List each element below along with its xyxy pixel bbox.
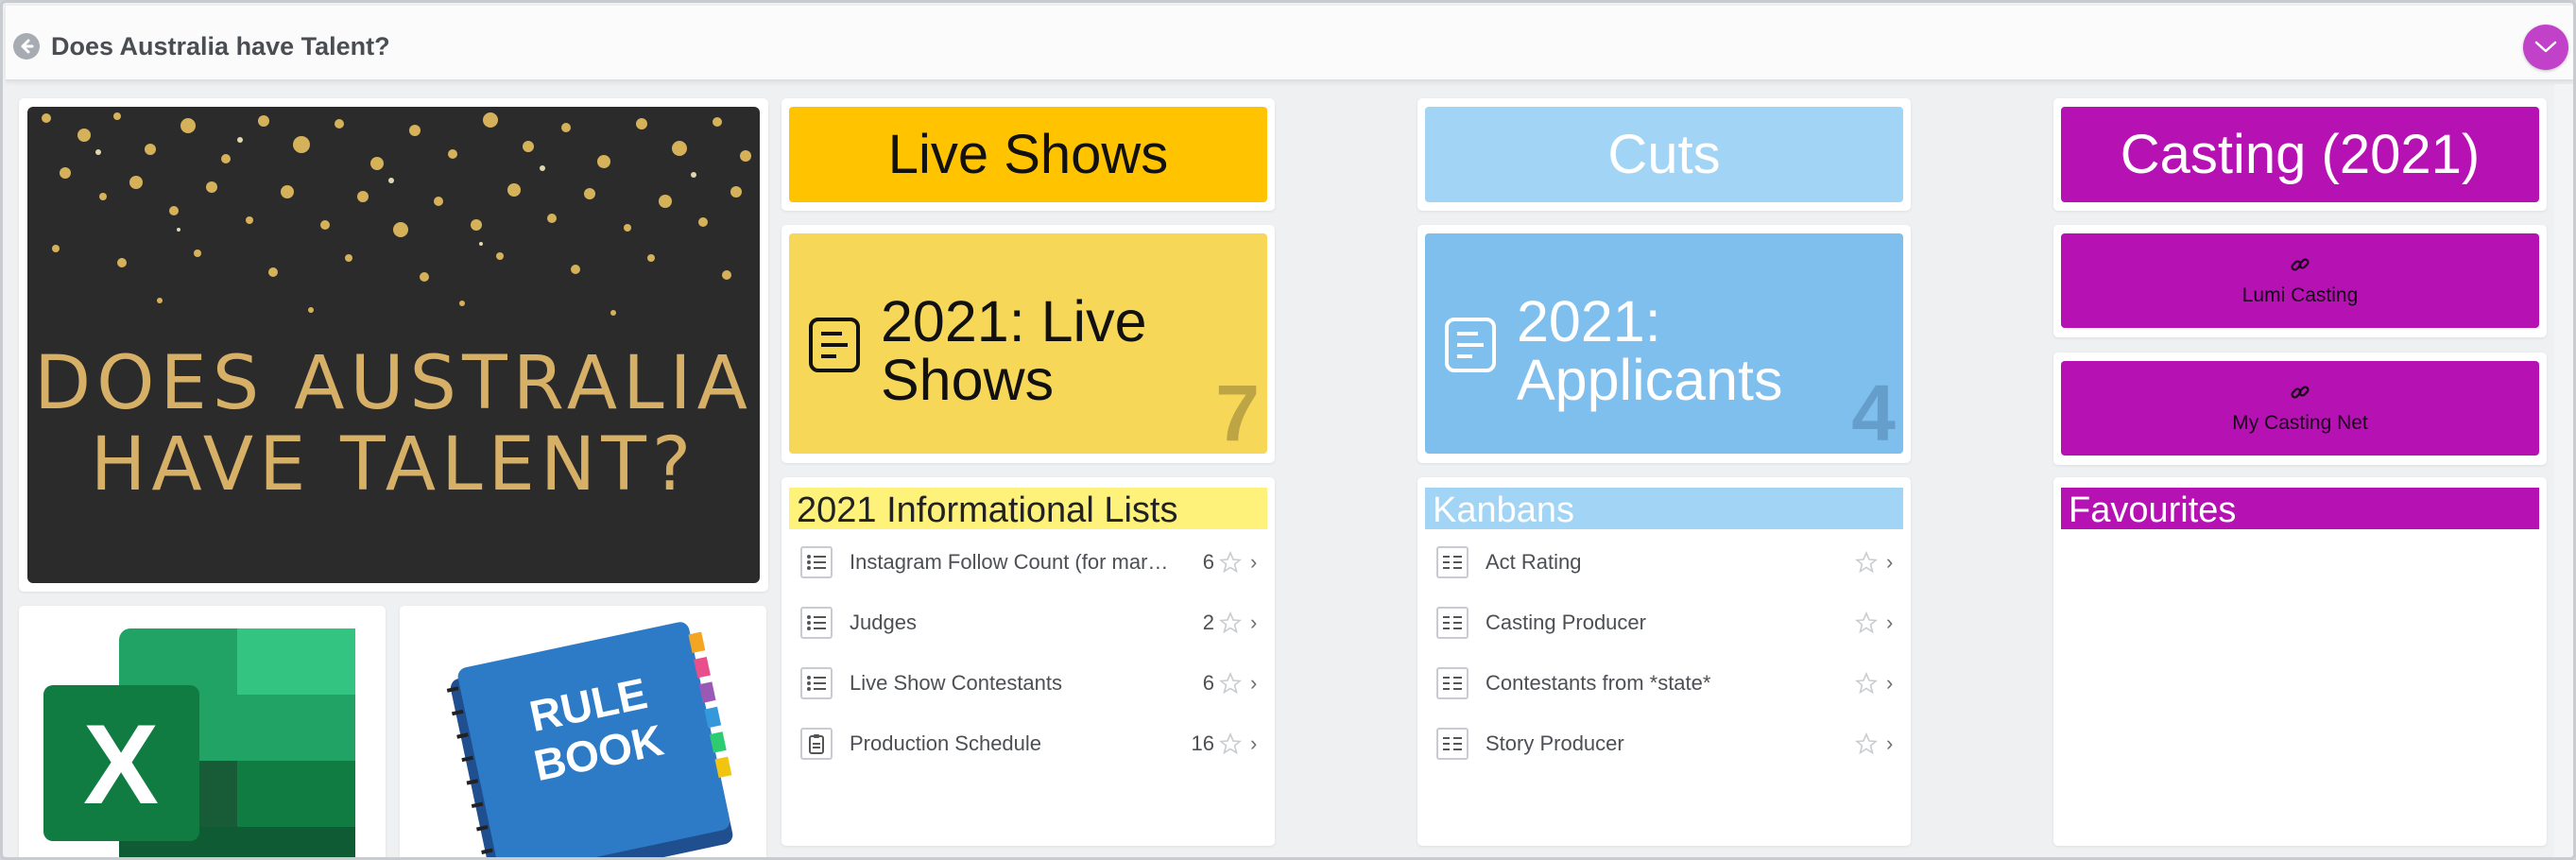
top-bar: Does Australia have Talent?	[6, 6, 2573, 81]
chevron-right-icon[interactable]: ›	[1886, 611, 1893, 635]
star-icon[interactable]	[1854, 611, 1879, 639]
link-icon	[2290, 382, 2310, 408]
excel-icon: X	[43, 628, 355, 857]
chevron-right-icon[interactable]: ›	[1250, 731, 1257, 756]
hero-title-line-2: HAVE TALENT?	[90, 422, 697, 507]
rule-book-thumbnail[interactable]: RULE BOOK	[400, 606, 766, 857]
casting-header-label: Casting (2021)	[2120, 124, 2481, 185]
informational-lists-header: 2021 Informational Lists	[789, 488, 1267, 530]
clipboard-icon	[800, 728, 833, 760]
live-shows-2021-label: 2021: Live Shows	[881, 292, 1147, 409]
star-icon[interactable]	[1218, 611, 1243, 639]
lumi-casting-label: Lumi Casting	[2241, 284, 2359, 306]
list-item-label: Live Show Contestants	[850, 671, 1063, 695]
casting-header[interactable]: Casting (2021)	[2061, 107, 2539, 202]
list-icon	[800, 667, 833, 699]
list-item-label: Story Producer	[1485, 731, 1624, 755]
star-icon[interactable]	[1854, 731, 1879, 760]
tile-label-line-2: Applicants	[1517, 348, 1783, 412]
chevron-right-icon[interactable]: ›	[1250, 611, 1257, 635]
list-item-label: Act Rating	[1485, 550, 1582, 574]
form-icon	[808, 317, 861, 378]
tile-label-line-1: 2021: Live	[881, 289, 1147, 353]
applicants-2021-label: 2021: Applicants	[1517, 292, 1782, 409]
live-shows-2021-tile[interactable]: 2021: Live Shows 7	[789, 233, 1267, 454]
kanban-icon	[1436, 607, 1468, 639]
list-item-count: 6	[1202, 550, 1214, 574]
live-shows-header[interactable]: Live Shows	[789, 107, 1267, 202]
list-item[interactable]: Instagram Follow Count (for mar… 6 ›	[789, 532, 1267, 593]
star-icon[interactable]	[1218, 671, 1243, 699]
record-count: 4	[1851, 369, 1896, 454]
list-item-count: 2	[1202, 611, 1214, 634]
live-shows-header-label: Live Shows	[887, 124, 1169, 185]
star-icon[interactable]	[1218, 731, 1243, 760]
cuts-header-label: Cuts	[1607, 124, 1721, 185]
star-icon[interactable]	[1854, 550, 1879, 578]
list-item[interactable]: Contestants from *state* ›	[1425, 653, 1903, 714]
chevron-right-icon[interactable]: ›	[1886, 731, 1893, 756]
scrollbar[interactable]	[2554, 84, 2573, 857]
list-item-label: Production Schedule	[850, 731, 1042, 755]
kanban-icon	[1436, 546, 1468, 578]
form-icon	[1444, 317, 1497, 378]
my-casting-net-link[interactable]: My Casting Net	[2061, 361, 2539, 456]
list-icon	[800, 607, 833, 639]
chevron-right-icon[interactable]: ›	[1250, 671, 1257, 696]
star-icon[interactable]	[1218, 550, 1243, 578]
list-item[interactable]: Production Schedule 16 ›	[789, 714, 1267, 774]
hero-image: DOES AUSTRALIA HAVE TALENT?	[27, 107, 760, 583]
page-title: Does Australia have Talent?	[51, 32, 390, 60]
list-item[interactable]: Story Producer ›	[1425, 714, 1903, 774]
chevron-down-icon[interactable]	[2523, 25, 2568, 70]
star-icon[interactable]	[1854, 671, 1879, 699]
list-item-count: 16	[1191, 731, 1214, 755]
chevron-right-icon[interactable]: ›	[1886, 671, 1893, 696]
tile-label-line-1: 2021:	[1517, 289, 1661, 353]
app-window: Does Australia have Talent? DOES AUSTRAL…	[0, 0, 2576, 860]
kanban-icon	[1436, 667, 1468, 699]
list-icon	[800, 546, 833, 578]
list-item-label: Casting Producer	[1485, 611, 1646, 634]
kanban-icon	[1436, 728, 1468, 760]
applicants-2021-tile[interactable]: 2021: Applicants 4	[1425, 233, 1903, 454]
chevron-right-icon[interactable]: ›	[1886, 550, 1893, 575]
list-item-label: Instagram Follow Count (for mar…	[850, 550, 1169, 574]
link-icon	[2290, 254, 2310, 281]
record-count: 7	[1215, 369, 1260, 454]
list-item[interactable]: Live Show Contestants 6 ›	[789, 653, 1267, 714]
svg-text:X: X	[83, 701, 159, 828]
cuts-header[interactable]: Cuts	[1425, 107, 1903, 202]
favourites-panel	[2053, 477, 2547, 846]
arrow-left-icon[interactable]	[13, 33, 40, 60]
list-item[interactable]: Act Rating ›	[1425, 532, 1903, 593]
chevron-right-icon[interactable]: ›	[1250, 550, 1257, 575]
my-casting-net-label: My Casting Net	[2232, 412, 2368, 434]
lumi-casting-link[interactable]: Lumi Casting	[2061, 233, 2539, 328]
list-item-label: Judges	[850, 611, 917, 634]
list-item[interactable]: Judges 2 ›	[789, 593, 1267, 653]
kanbans-header: Kanbans	[1425, 488, 1903, 530]
hero-title: DOES AUSTRALIA HAVE TALENT?	[27, 343, 760, 506]
list-item-label: Contestants from *state*	[1485, 671, 1711, 695]
list-item[interactable]: Casting Producer ›	[1425, 593, 1903, 653]
list-item-count: 6	[1202, 671, 1214, 695]
excel-thumbnail[interactable]: X	[19, 606, 386, 857]
hero-title-line-1: DOES AUSTRALIA	[34, 341, 753, 426]
tile-label-line-2: Shows	[881, 348, 1055, 412]
favourites-header: Favourites	[2061, 488, 2539, 530]
